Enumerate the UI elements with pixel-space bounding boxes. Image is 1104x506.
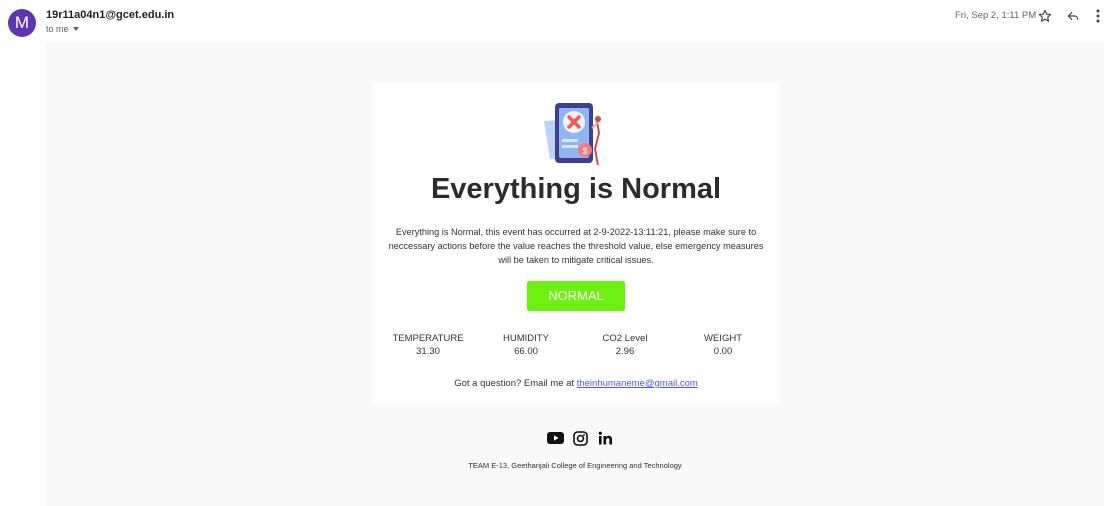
status-normal-button[interactable]: NORMAL — [527, 281, 625, 311]
sender-email[interactable]: 19r11a04n1@gcet.edu.in — [46, 9, 174, 21]
contact-prefix: Got a question? Email me at — [454, 378, 577, 389]
metric-label: CO2 Level — [602, 333, 648, 344]
alert-card: $ Everything is Normal Everything is Nor… — [372, 82, 780, 405]
instagram-icon[interactable] — [571, 429, 589, 447]
metric-temperature: TEMPERATURE 31.30 — [378, 333, 478, 357]
email-body: $ Everything is Normal Everything is Nor… — [46, 42, 1104, 506]
metric-co2: CO2 Level 2.96 — [575, 333, 675, 357]
recipient-dropdown[interactable]: to me — [46, 24, 79, 34]
chevron-down-icon — [72, 27, 79, 31]
contact-line: Got a question? Email me at theinhumanem… — [372, 378, 780, 389]
metric-label: TEMPERATURE — [392, 333, 464, 344]
metric-humidity: HUMIDITY 66.00 — [476, 333, 576, 357]
metric-value: 31.30 — [416, 346, 440, 357]
footer-text: TEAM E-13, Geethanjali College of Engine… — [468, 461, 682, 470]
email-date: Fri, Sep 2, 1:11 PM — [955, 10, 1037, 21]
alert-headline: Everything is Normal — [430, 173, 722, 205]
recipient-label: to me — [46, 24, 69, 34]
metric-label: WEIGHT — [704, 333, 742, 344]
contact-email-link[interactable]: theinhumaneme@gmail.com — [577, 378, 698, 389]
youtube-icon[interactable] — [546, 429, 564, 447]
sensor-metrics: TEMPERATURE 31.30 HUMIDITY 66.00 CO2 Lev… — [372, 333, 780, 363]
metric-weight: WEIGHT 0.00 — [673, 333, 773, 357]
reply-icon[interactable] — [1063, 6, 1083, 26]
sender-avatar[interactable]: M — [8, 9, 36, 37]
more-options-icon[interactable] — [1088, 6, 1104, 26]
metric-value: 0.00 — [713, 346, 733, 357]
social-links — [546, 429, 614, 447]
star-icon[interactable] — [1035, 6, 1055, 26]
metric-value: 2.96 — [615, 346, 635, 357]
metric-label: HUMIDITY — [503, 333, 549, 344]
metric-value: 66.00 — [514, 346, 538, 357]
document-alert-illustration-icon: $ — [542, 99, 610, 169]
linkedin-icon[interactable] — [596, 429, 614, 447]
alert-description: Everything is Normal, this event has occ… — [388, 227, 764, 265]
svg-text:$: $ — [582, 146, 587, 156]
